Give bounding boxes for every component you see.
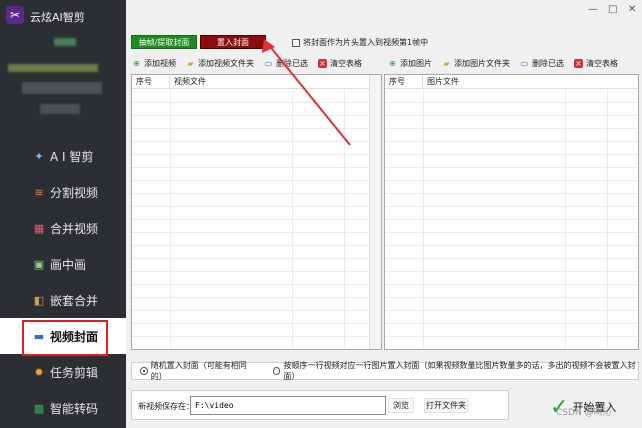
sidebar-item-label: 视频封面	[50, 329, 99, 344]
clear-image-table-button[interactable]: × 清空表格	[574, 58, 618, 69]
video-toolbar: ⊕ 添加视频 ▰ 添加视频文件夹 ▭ 删除已选 × 清空表格	[132, 58, 372, 69]
add-icon: ⊕	[133, 59, 140, 68]
random-radio-label: 随机置入封面（可能有相同的）	[150, 361, 247, 381]
first-frame-checkbox-label: 将封面作为片头置入到视频第1帧中	[303, 38, 429, 47]
column-header[interactable]: 序号	[132, 75, 170, 88]
sidebar-item-merge-video[interactable]: ▦ 合并视频	[0, 210, 126, 246]
column-divider	[292, 90, 293, 349]
column-divider	[607, 90, 608, 349]
sidebar-item-label: 合并视频	[50, 221, 99, 236]
cover-mode-options: 随机置入封面（可能有相同的） 按顺序一行视频对应一行图片置入封面（如果视频数量比…	[131, 361, 639, 381]
sequential-radio[interactable]	[272, 367, 281, 375]
column-divider	[565, 90, 566, 349]
nest-merge-icon: ◧	[33, 293, 45, 307]
sidebar-item-label: A I 智剪	[50, 149, 94, 164]
add-icon: ⊕	[389, 59, 396, 68]
video-table[interactable]: 序号 视频文件	[131, 74, 382, 350]
clear-icon: ×	[574, 59, 583, 68]
column-header[interactable]: 图片文件	[423, 75, 623, 88]
add-image-folder-label: 添加图片文件夹	[454, 59, 510, 68]
main-panel: — □ ✕ 抽帧/提取封面 置入封面 将封面作为片头置入到视频第1帧中 ⊕ 添加…	[126, 0, 642, 428]
column-divider	[170, 90, 171, 349]
folder-icon: ▰	[187, 59, 194, 68]
sidebar-item-label: 画中画	[50, 257, 87, 272]
delete-icon: ▭	[520, 59, 529, 68]
folder-icon: ▰	[443, 59, 450, 68]
browse-button[interactable]: 浏览	[388, 398, 414, 413]
clear-table-label: 清空表格	[330, 59, 362, 68]
column-header[interactable]: 序号	[385, 75, 423, 88]
sidebar-item-label: 任务剪辑	[50, 365, 99, 380]
blurred-user-info	[22, 82, 102, 94]
blurred-user-info	[54, 38, 76, 46]
sidebar-item-picture-in-picture[interactable]: ▣ 画中画	[0, 246, 126, 282]
task-edit-icon: ✹	[34, 365, 44, 379]
add-image-folder-button[interactable]: ▰ 添加图片文件夹	[442, 58, 510, 69]
clear-table-label: 清空表格	[586, 59, 618, 68]
picture-in-picture-icon: ▣	[33, 257, 45, 271]
close-button[interactable]: ✕	[628, 4, 636, 15]
add-video-label: 添加视频	[144, 59, 176, 68]
clear-icon: ×	[318, 59, 327, 68]
app-logo-icon: ✂	[6, 6, 24, 24]
open-folder-button[interactable]: 打开文件夹	[424, 398, 468, 413]
watermark: CSDN @叫沁	[556, 408, 612, 418]
sidebar-item-nest-merge[interactable]: ◧ 嵌套合并	[0, 282, 126, 318]
sidebar-item-ai-edit[interactable]: ✦ A I 智剪	[0, 138, 126, 174]
delete-selected-image-button[interactable]: ▭ 删除已选	[520, 58, 564, 69]
blurred-user-info	[40, 104, 80, 114]
clear-video-table-button[interactable]: × 清空表格	[318, 58, 362, 69]
checkbox-box[interactable]	[292, 38, 300, 47]
video-table-header: 序号 视频文件	[132, 75, 381, 89]
sidebar-item-task-edit[interactable]: ✹ 任务剪辑	[0, 354, 126, 390]
scrollbar[interactable]	[369, 75, 381, 349]
image-table-header: 序号 图片文件	[385, 75, 638, 89]
tab-place-cover[interactable]: 置入封面	[200, 35, 266, 49]
sidebar-item-label: 智能转码	[50, 401, 99, 416]
sidebar-item-video-cover[interactable]: ▬ 视频封面	[0, 318, 126, 356]
first-frame-checkbox[interactable]: 将封面作为片头置入到视频第1帧中	[292, 37, 428, 48]
video-cover-icon: ▬	[33, 329, 45, 343]
random-radio[interactable]	[140, 367, 148, 375]
app-title: 云炫AI智剪	[30, 11, 85, 24]
add-image-button[interactable]: ⊕ 添加图片	[388, 58, 432, 69]
add-video-button[interactable]: ⊕ 添加视频	[132, 58, 176, 69]
column-divider	[344, 90, 345, 349]
image-table[interactable]: 序号 图片文件	[384, 74, 639, 350]
merge-video-icon: ▦	[33, 221, 45, 235]
save-location-label: 新视频保存在：	[138, 402, 194, 411]
sidebar-nav: ✦ A I 智剪 ≋ 分割视频 ▦ 合并视频 ▣ 画中画 ◧ 嵌套合并 ▬ 视频…	[0, 138, 126, 426]
sidebar-item-label: 分割视频	[50, 185, 99, 200]
delete-selected-video-button[interactable]: ▭ 删除已选	[264, 58, 308, 69]
split-video-icon: ≋	[34, 185, 44, 199]
add-video-folder-button[interactable]: ▰ 添加视频文件夹	[186, 58, 254, 69]
save-path-input[interactable]	[190, 396, 386, 415]
image-toolbar: ⊕ 添加图片 ▰ 添加图片文件夹 ▭ 删除已选 × 清空表格	[388, 58, 628, 69]
ai-edit-icon: ✦	[34, 149, 44, 163]
sidebar: ✂ 云炫AI智剪 ✦ A I 智剪 ≋ 分割视频 ▦ 合并视频 ▣ 画中画 ◧ …	[0, 0, 126, 428]
save-location-panel: 新视频保存在： 浏览 打开文件夹	[131, 390, 509, 420]
minimize-button[interactable]: —	[588, 4, 598, 15]
delete-selected-label: 删除已选	[532, 59, 564, 68]
sequential-radio-label: 按顺序一行视频对应一行图片置入封面（如果视频数量比图片数量多的话，多出的视频不会…	[283, 361, 636, 381]
maximize-button[interactable]: □	[608, 4, 617, 15]
blurred-user-info	[8, 64, 98, 72]
add-image-label: 添加图片	[400, 59, 432, 68]
delete-icon: ▭	[264, 59, 273, 68]
column-divider	[423, 90, 424, 349]
transcode-icon: ▩	[33, 401, 45, 415]
sidebar-item-split-video[interactable]: ≋ 分割视频	[0, 174, 126, 210]
delete-selected-label: 删除已选	[276, 59, 308, 68]
column-header[interactable]: 视频文件	[170, 75, 370, 88]
sidebar-item-transcode[interactable]: ▩ 智能转码	[0, 390, 126, 426]
tab-extract-cover[interactable]: 抽帧/提取封面	[131, 35, 197, 49]
add-video-folder-label: 添加视频文件夹	[198, 59, 254, 68]
sidebar-item-label: 嵌套合并	[50, 293, 99, 308]
